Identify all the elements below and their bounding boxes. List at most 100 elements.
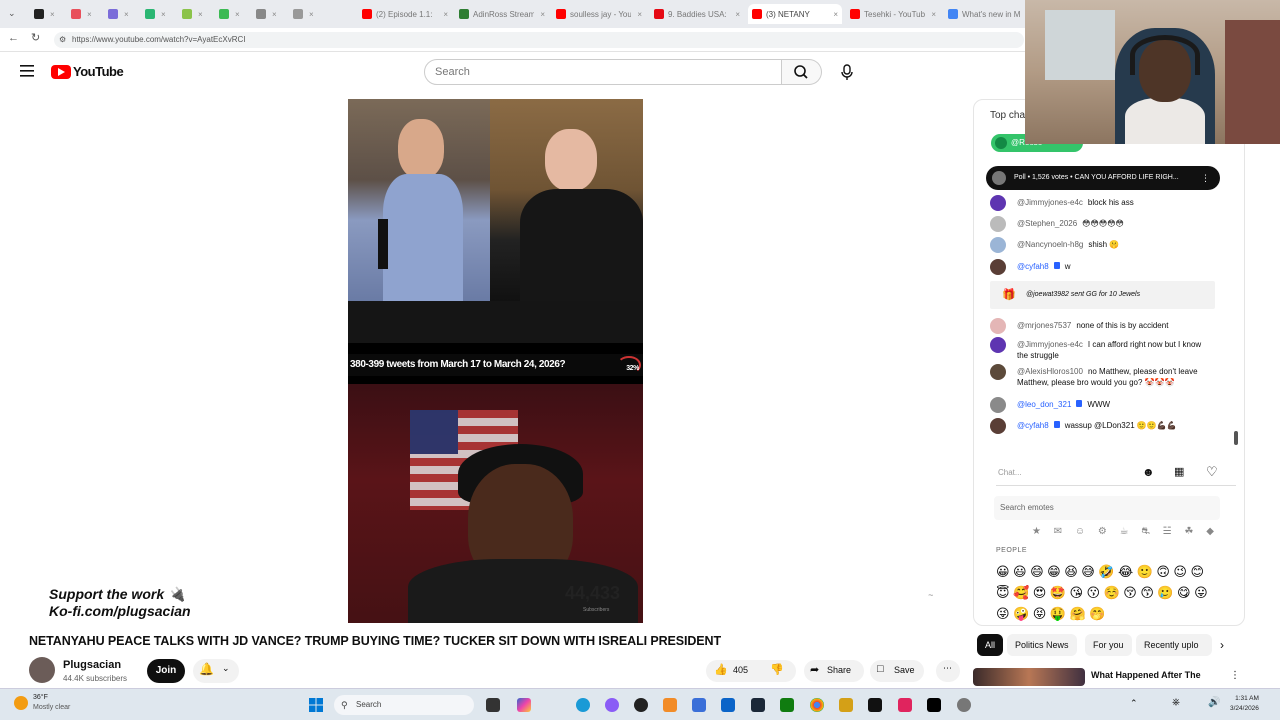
like-count[interactable]: 405 [733, 665, 748, 675]
chat-author[interactable]: @leo_don_321 [1017, 400, 1071, 409]
network-icon[interactable]: ⎈ [1172, 697, 1180, 708]
browser-tab[interactable]: × [178, 4, 208, 24]
weather-icon[interactable] [14, 696, 28, 710]
chat-mode-selector[interactable]: Top cha [990, 110, 1025, 121]
avatar[interactable] [990, 216, 1006, 232]
notifications-button[interactable]: 🔔 ⌄ [193, 659, 239, 683]
close-tab-icon[interactable]: × [50, 10, 55, 19]
settings-icon[interactable] [957, 698, 971, 712]
chevron-right-icon[interactable]: › [1220, 638, 1224, 652]
close-tab-icon[interactable]: × [931, 10, 936, 19]
menu-icon[interactable] [20, 65, 34, 77]
chat-author[interactable]: @Nancynoeln-h8g [1017, 240, 1083, 249]
back-icon[interactable]: ← [8, 32, 19, 44]
chip-politics-news[interactable]: Politics News [1007, 634, 1077, 656]
search-input[interactable]: Search [424, 59, 782, 85]
emoji-grid[interactable]: 😀😃😄😁😆😅🤣😂🙂🙃😉😊😇🥰😍🤩😘😗☺️😚😙🥲😋😛😜🤪😝🤑🤗🤭 [996, 561, 1222, 624]
outlook-icon[interactable] [721, 698, 735, 712]
chat-author[interactable]: @cyfah8 [1017, 421, 1049, 430]
close-tab-icon[interactable]: × [235, 10, 240, 19]
video-player[interactable]: 380-399 tweets from March 17 to March 24… [348, 99, 643, 623]
clock[interactable]: 1:31 AM 3/24/2026 [1230, 694, 1259, 714]
browser-tab[interactable]: (3) NETANY × [748, 4, 842, 24]
avatar[interactable] [990, 337, 1006, 353]
browser-tab[interactable]: × [215, 4, 245, 24]
emote-search-input[interactable]: Search emotes [994, 496, 1220, 520]
taskbar-search[interactable]: ⚲ Search [334, 695, 474, 715]
join-button[interactable]: Join [147, 659, 185, 683]
super-chat-icon[interactable]: ▦ [1174, 465, 1184, 478]
close-tab-icon[interactable]: × [443, 10, 448, 19]
browser-tab[interactable]: AdinRoss Stream × [455, 4, 549, 24]
chip-recently-uploaded[interactable]: Recently uplo [1136, 634, 1212, 656]
channel-avatar[interactable] [29, 657, 55, 683]
chat-input[interactable]: Chat... ☻ ▦ ♡ [996, 462, 1236, 486]
youtube-logo-text[interactable]: YouTube [73, 64, 124, 79]
avatar[interactable] [990, 195, 1006, 211]
chat-author[interactable]: @Stephen_2026 [1017, 219, 1077, 228]
chip-all[interactable]: All [977, 634, 1004, 656]
volume-icon[interactable]: 🔊 [1208, 697, 1220, 708]
close-tab-icon[interactable]: × [637, 10, 642, 19]
chat-author[interactable]: @Jimmyjones-e4c [1017, 340, 1083, 349]
app-icon-2[interactable] [839, 698, 853, 712]
chip-for-you[interactable]: For you [1085, 634, 1132, 656]
app-icon-3[interactable] [868, 698, 882, 712]
close-tab-icon[interactable]: × [161, 10, 166, 19]
avatar[interactable] [990, 318, 1006, 334]
browser-tab[interactable]: × [104, 4, 134, 24]
steam-icon[interactable] [751, 698, 765, 712]
close-tab-icon[interactable]: × [198, 10, 203, 19]
browser-tab[interactable]: soulless jay - You × [552, 4, 646, 24]
close-tab-icon[interactable]: × [124, 10, 129, 19]
browser-tab[interactable]: × [289, 4, 319, 24]
like-icon[interactable]: 👍 [714, 663, 728, 676]
tray-chevron-icon[interactable]: ⌃ [1130, 698, 1138, 709]
browser-tab[interactable]: × [252, 4, 282, 24]
edge-icon[interactable] [576, 698, 590, 712]
poll-more-icon[interactable]: ⋮ [1201, 166, 1210, 190]
xbox-icon[interactable] [780, 698, 794, 712]
app-icon-4[interactable] [898, 698, 912, 712]
more-actions-button[interactable]: ⋯ [936, 660, 960, 682]
url-field[interactable]: ⚙ https://www.youtube.com/watch?v=AyatEc… [54, 32, 1024, 48]
browser-tab[interactable]: × [141, 4, 171, 24]
tab-list-icon[interactable]: ⌄ [8, 8, 16, 19]
emoji-button-icon[interactable]: ☻ [1142, 465, 1155, 479]
browser-tab[interactable]: 9. Baddies USA: E × [650, 4, 744, 24]
close-tab-icon[interactable]: × [309, 10, 314, 19]
avatar[interactable] [990, 259, 1006, 275]
close-tab-icon[interactable]: × [735, 10, 740, 19]
close-tab-icon[interactable]: × [540, 10, 545, 19]
obs-icon[interactable] [634, 698, 648, 712]
save-button[interactable]: □ Save [870, 660, 924, 682]
browser-tab[interactable]: × [67, 4, 97, 24]
search-button[interactable] [782, 59, 822, 85]
channel-name[interactable]: Plugsacian [63, 659, 121, 671]
avatar[interactable] [990, 237, 1006, 253]
chat-scrollbar[interactable] [1234, 166, 1238, 451]
chat-author[interactable]: @Jimmyjones-e4c [1017, 198, 1083, 207]
browser-tab[interactable]: (2) Episode 1.1: × [358, 4, 452, 24]
browser-tab[interactable]: × [30, 4, 60, 24]
heart-icon[interactable]: ♡ [1206, 464, 1218, 480]
weather-description[interactable]: Mostly clear [33, 704, 70, 711]
chrome-icon[interactable] [810, 698, 824, 712]
chat-author[interactable]: @AlexisHloros100 [1017, 367, 1083, 376]
recommendation-title[interactable]: What Happened After The [1091, 670, 1201, 680]
recommendation-thumbnail[interactable] [973, 668, 1085, 686]
voice-search-button[interactable] [834, 59, 860, 85]
avatar[interactable] [990, 364, 1006, 380]
browser-tab[interactable]: What's new in M× [944, 4, 1038, 24]
browser-tab[interactable]: Tesehki - YouTub × [846, 4, 940, 24]
start-icon[interactable] [309, 698, 323, 712]
poll-banner[interactable]: Poll • 1,526 votes • CAN YOU AFFORD LIFE… [986, 166, 1220, 190]
copilot-icon[interactable] [517, 698, 531, 712]
recommendation-more-icon[interactable]: ⋮ [1230, 670, 1240, 681]
store-icon[interactable] [692, 698, 706, 712]
chat-author[interactable]: @cyfah8 [1017, 262, 1049, 271]
app-icon[interactable] [663, 698, 677, 712]
close-tab-icon[interactable]: × [272, 10, 277, 19]
file-explorer-icon[interactable] [486, 698, 500, 712]
tiktok-icon[interactable] [927, 698, 941, 712]
